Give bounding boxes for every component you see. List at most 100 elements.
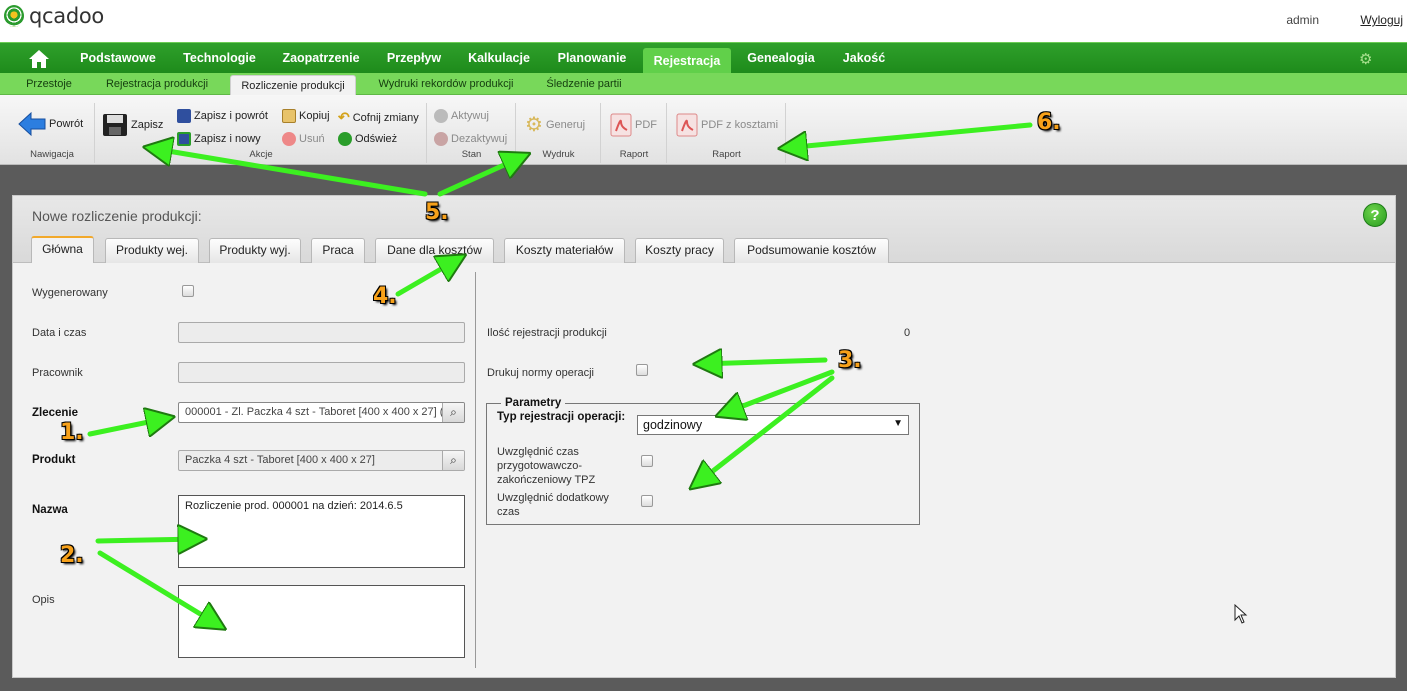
datetime-label: Data i czas xyxy=(32,327,87,339)
gear-icon[interactable]: ⚙ xyxy=(1359,52,1375,68)
save-button-label: Zapisz xyxy=(131,119,164,131)
panel-title: Nowe rozliczenie produkcji: xyxy=(32,208,202,224)
menu-item-genealogia[interactable]: Genealogia xyxy=(736,43,826,74)
sub-menu: Przestoje Rejestracja produkcji Rozlicze… xyxy=(0,73,1407,96)
column-divider xyxy=(475,272,476,668)
sub-item-rozliczenie-produkcji[interactable]: Rozliczenie produkcji xyxy=(230,75,356,96)
callout-5: 5. xyxy=(425,200,449,225)
generated-label: Wygenerowany xyxy=(32,287,108,299)
pdf-costs-label: PDF z kosztami xyxy=(701,119,779,131)
order-search-icon[interactable]: ⌕ xyxy=(442,403,464,422)
menu-item-rejestracja[interactable]: Rejestracja xyxy=(643,48,731,74)
undo-button[interactable]: ↶ Cofnij zmiany xyxy=(338,109,419,126)
product-label: Produkt xyxy=(32,454,76,466)
menu-item-jakosc[interactable]: Jakość xyxy=(830,43,898,74)
logo-text: qcadoo xyxy=(29,4,104,28)
logout-link[interactable]: Wyloguj xyxy=(1360,13,1403,27)
registration-type-select[interactable]: godzinowy ▼ xyxy=(637,415,909,435)
registration-type-value: godzinowy xyxy=(643,418,703,432)
menu-item-planowanie[interactable]: Planowanie xyxy=(546,43,638,74)
pdf-costs-button[interactable]: PDF z kosztami xyxy=(676,113,778,137)
pdf-button[interactable]: PDF xyxy=(610,113,657,137)
save-and-new-button[interactable]: Zapisz i nowy xyxy=(177,132,261,146)
delete-button[interactable]: Usuń xyxy=(282,132,325,146)
arrow-left-icon xyxy=(18,111,46,137)
activate-label: Aktywuj xyxy=(451,110,489,122)
top-bar: qcadoo admin Wyloguj xyxy=(0,0,1407,42)
copy-icon xyxy=(282,109,296,123)
copy-label: Kopiuj xyxy=(299,110,330,122)
datetime-field[interactable] xyxy=(178,322,465,343)
tab-dane-dla-kosztow[interactable]: Dane dla kosztów xyxy=(375,238,494,263)
ribbon-group-stan: Aktywuj Dezaktywuj Stan xyxy=(428,103,516,163)
back-button[interactable]: Powrót xyxy=(18,111,83,137)
menu-item-przeplyw[interactable]: Przepływ xyxy=(376,43,452,74)
save-and-back-button[interactable]: Zapisz i powrót xyxy=(177,109,268,123)
gears-icon: ⚙ xyxy=(525,114,543,136)
save-new-icon xyxy=(177,132,191,146)
copy-button[interactable]: Kopiuj xyxy=(282,109,330,123)
home-icon[interactable] xyxy=(28,49,50,69)
product-value: Paczka 4 szt - Taboret [400 x 400 x 27] xyxy=(185,454,375,466)
tab-produkty-wej[interactable]: Produkty wej. xyxy=(105,238,199,263)
include-extra-label: Uwzględnić dodatkowy czas xyxy=(497,492,609,518)
delete-label: Usuń xyxy=(299,133,325,145)
callout-1: 1. xyxy=(60,420,84,445)
include-extra-checkbox[interactable] xyxy=(641,495,653,507)
menu-item-kalkulacje[interactable]: Kalkulacje xyxy=(457,43,541,74)
deactivate-label: Dezaktywuj xyxy=(451,133,508,145)
delete-icon xyxy=(282,132,296,146)
record-count-label: Ilość rejestracji produkcji xyxy=(487,327,607,339)
save-button[interactable]: Zapisz xyxy=(102,113,163,137)
generated-checkbox[interactable] xyxy=(182,285,194,297)
include-tpz-checkbox[interactable] xyxy=(641,455,653,467)
pdf-icon xyxy=(610,113,632,137)
dropdown-arrow-icon: ▼ xyxy=(893,418,903,429)
menu-item-zaopatrzenie[interactable]: Zaopatrzenie xyxy=(271,43,371,74)
tab-produkty-wyj[interactable]: Produkty wyj. xyxy=(209,238,301,263)
worker-label: Pracownik xyxy=(32,367,83,379)
print-norms-checkbox[interactable] xyxy=(636,364,648,376)
tab-podsumowanie-kosztow[interactable]: Podsumowanie kosztów xyxy=(734,238,889,263)
description-textarea[interactable] xyxy=(178,585,465,658)
registration-type-label: Typ rejestracji operacji: xyxy=(497,411,626,423)
order-lookup-field[interactable]: 000001 - Zl. Paczka 4 szt - Taboret [400… xyxy=(178,402,465,423)
tab-glowna[interactable]: Główna xyxy=(31,236,94,263)
sub-item-rejestracja-produkcji[interactable]: Rejestracja produkcji xyxy=(96,73,218,95)
tab-koszty-materialow[interactable]: Koszty materiałów xyxy=(504,238,625,263)
sub-item-wydruki[interactable]: Wydruki rekordów produkcji xyxy=(368,73,524,95)
activate-button[interactable]: Aktywuj xyxy=(434,109,489,123)
ribbon-toolbar: Powrót Nawigacja Zapisz Zapisz i powrót … xyxy=(0,95,1407,165)
group-label-stan: Stan xyxy=(461,149,482,160)
sub-item-sledzenie-partii[interactable]: Śledzenie partii xyxy=(538,73,630,95)
panel-header: Nowe rozliczenie produkcji: ? Główna Pro… xyxy=(13,196,1395,263)
sub-item-przestoje[interactable]: Przestoje xyxy=(16,73,82,95)
help-icon[interactable]: ? xyxy=(1363,203,1387,227)
generate-label: Generuj xyxy=(545,119,586,131)
menu-item-podstawowe[interactable]: Podstawowe xyxy=(68,43,168,74)
parameters-legend: Parametry xyxy=(501,397,566,409)
deactivate-button[interactable]: Dezaktywuj xyxy=(434,132,507,146)
tab-koszty-pracy[interactable]: Koszty pracy xyxy=(635,238,724,263)
product-search-icon[interactable]: ⌕ xyxy=(442,451,464,470)
name-textarea[interactable]: Rozliczenie prod. 000001 na dzień: 2014.… xyxy=(178,495,465,568)
print-norms-label: Drukuj normy operacji xyxy=(487,367,594,379)
product-lookup-field[interactable]: Paczka 4 szt - Taboret [400 x 400 x 27] … xyxy=(178,450,465,471)
refresh-button[interactable]: Odśwież xyxy=(338,132,397,146)
order-label: Zlecenie xyxy=(32,407,79,419)
ribbon-group-wydruk: ⚙ Generuj Wydruk xyxy=(517,103,601,163)
undo-label: Cofnij zmiany xyxy=(352,111,419,124)
pdf-costs-icon xyxy=(676,113,698,137)
generate-button[interactable]: ⚙ Generuj xyxy=(525,115,585,135)
callout-6: 6. xyxy=(1037,110,1061,135)
save-back-icon xyxy=(177,109,191,123)
worker-field[interactable] xyxy=(178,362,465,383)
ribbon-group-akcje: Zapisz Zapisz i powrót Zapisz i nowy Kop… xyxy=(96,103,427,163)
record-count-value: 0 xyxy=(904,327,911,339)
ribbon-group-raport-pdf: PDF Raport xyxy=(602,103,667,163)
menu-item-technologie[interactable]: Technologie xyxy=(172,43,267,74)
tab-praca[interactable]: Praca xyxy=(311,238,365,263)
order-value: 000001 - Zl. Paczka 4 szt - Taboret [400… xyxy=(185,406,444,418)
save-and-back-label: Zapisz i powrót xyxy=(194,110,268,122)
main-menu: Podstawowe Technologie Zaopatrzenie Prze… xyxy=(0,42,1407,74)
